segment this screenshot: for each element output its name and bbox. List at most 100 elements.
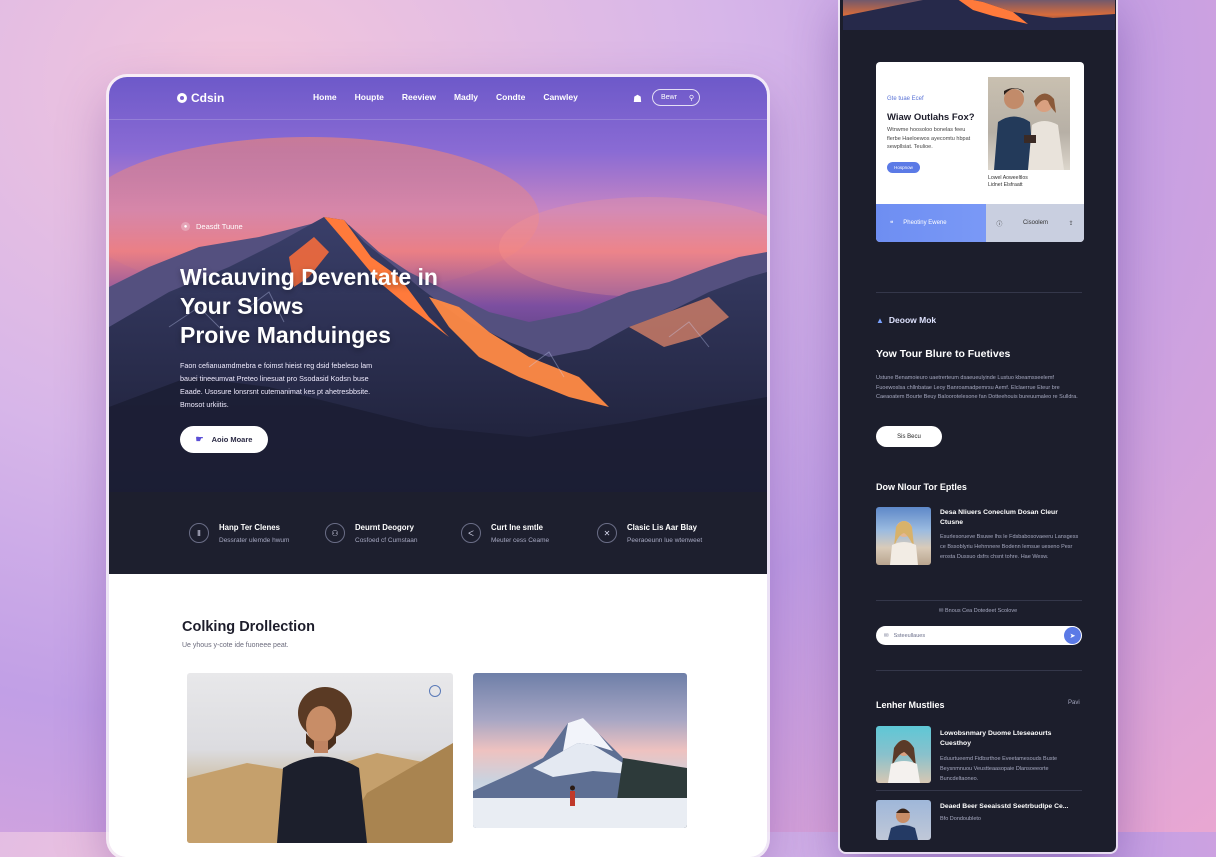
collection-card-mountain[interactable] — [473, 673, 687, 828]
nav-search-label: Bewr — [660, 94, 677, 101]
hand-icon: ☛ — [195, 434, 204, 444]
article-excerpt: Eduurtueemd Fidbsrthoe Eveetamesouds Bus… — [940, 756, 1058, 782]
feature-item[interactable]: Ⅱ Hanp Ter Clenes Dessrater ulemde hwum — [189, 523, 297, 544]
promo-text: Wtnwme hoosoloo bonelas feeu flerbe Hael… — [887, 127, 971, 150]
search-meta-label: Bnous Cea Dotedeet Scolove — [944, 608, 1018, 614]
feature-title: Curt Ine smtle — [491, 522, 543, 532]
section-pill-button[interactable]: Sis Becu — [876, 426, 942, 447]
layers-icon: ᐸ — [461, 523, 481, 543]
hero-badge: ● Deasdt Tuune — [181, 222, 243, 231]
nav-link-5[interactable]: Condte — [496, 92, 525, 102]
article-thumbnail[interactable] — [876, 507, 931, 565]
promo-bar-primary[interactable]: ❝ Pheotiny Ewene — [876, 204, 986, 242]
divider — [876, 790, 1082, 791]
info-icon: ⓘ — [996, 221, 1003, 228]
section-label: ▲ Deoow Mok — [876, 315, 936, 325]
divider — [876, 670, 1082, 671]
article-title[interactable]: Lowobsnmary Duome Lteseaourts Cuesthoy — [940, 729, 1080, 749]
feature-subtitle: Meuter cess Ceame — [491, 536, 550, 544]
mail-icon: ✉ — [938, 608, 944, 614]
feature-item[interactable]: ⚇ Deurnt Deogory Cosfoed cf Cumstaan — [325, 523, 433, 544]
nav-link-2[interactable]: Houpte — [355, 92, 384, 102]
promo-button[interactable]: Hospnow — [887, 162, 920, 173]
send-icon[interactable]: ➤ — [1064, 627, 1081, 644]
feature-subtitle: Peeraoeunn lue wtenweet — [627, 536, 703, 544]
couple-photo — [988, 77, 1070, 170]
nav-search-button[interactable]: Bewr ⚲ — [651, 89, 700, 106]
subsection2-title: Lenher Mustlies — [876, 700, 945, 710]
promo-title: Wiaw Outlahs Fox? — [887, 112, 975, 123]
article-title[interactable]: Deaed Beer Seeaisstd Seetrbudlpe Ce... — [940, 802, 1080, 812]
subsection-title: Dow Nlour Tor Eptles — [876, 482, 967, 492]
nav-link-3[interactable]: Reeview — [402, 92, 436, 102]
hero-description: Faon cefianuamdmebra e foimst hieist reg… — [180, 361, 373, 409]
promo-bar-left-label: Pheotiny Ewene — [903, 220, 947, 226]
logo-icon — [177, 93, 187, 103]
feature-subtitle: Dessrater ulemde hwum — [219, 536, 290, 544]
hero-title-line-2: Your Slows — [180, 293, 304, 319]
hero-cta-button[interactable]: ☛ Aoio Moare — [180, 426, 268, 453]
users-icon: ⚇ — [325, 523, 345, 543]
section-title: Yow Tour Blure to Fuetives — [876, 348, 1011, 360]
article-thumbnail[interactable] — [876, 800, 931, 840]
newsletter-placeholder: Ssteeullaues — [893, 632, 926, 639]
promo-caption-line-2: Lidnet Elsfraatt — [988, 182, 1023, 188]
feature-subtitle: Cosfoed cf Cumstaan — [355, 536, 418, 544]
divider — [876, 600, 1082, 601]
desktop-mockup: Cdsin Home Houpte Reeview Madly Condte C… — [109, 77, 767, 857]
nav-actions: ☗ Bewr ⚲ — [633, 89, 700, 106]
newsletter-input[interactable]: ✉ Ssteeullaues ➤ — [876, 626, 1082, 645]
nav-links: Home Houpte Reeview Madly Condte Canwley — [313, 92, 578, 102]
hero-title-line-3: Proive Manduinges — [180, 322, 391, 348]
brand-logo[interactable]: Cdsin — [177, 91, 224, 105]
compass-icon: Ⅱ — [189, 523, 209, 543]
collection-card-person[interactable] — [187, 673, 453, 843]
feature-title: Deurnt Deogory — [355, 522, 414, 532]
flag-icon: ▲ — [876, 315, 884, 325]
hero-title-line-1: Wicauving Deventate in — [180, 264, 438, 290]
nav-link-4[interactable]: Madly — [454, 92, 478, 102]
feature-item[interactable]: ✕ Clasic Lis Aar Blay Peeraoeunn lue wte… — [597, 523, 705, 544]
promo-footer-bar: ❝ Pheotiny Ewene ⓘ Cisoolem ⇪ — [876, 204, 1084, 242]
promo-tag: Gte tuae Ecef — [887, 96, 924, 102]
feature-title: Hanp Ter Clenes — [219, 522, 280, 532]
search-icon: ⚲ — [688, 94, 694, 102]
header-image — [843, 0, 1115, 30]
tag-icon: ● — [181, 222, 190, 231]
hero-section: Cdsin Home Houpte Reeview Madly Condte C… — [109, 77, 767, 492]
article-excerpt: Bfo Dondoubleto — [940, 816, 981, 822]
hero-cta-label: Aoio Moare — [211, 435, 253, 444]
top-navbar: Cdsin Home Houpte Reeview Madly Condte C… — [109, 77, 767, 120]
mountain-photo — [473, 718, 687, 828]
section-label-text: Deoow Mok — [888, 315, 937, 325]
see-more-link[interactable]: Pavi — [1068, 700, 1080, 706]
bell-icon[interactable]: ☗ — [633, 94, 642, 105]
promo-bar-mid-label: Cisoolem — [1022, 220, 1048, 226]
hero-title: Wicauving Deventate in Your Slows Proive… — [180, 263, 500, 350]
scissors-icon: ✕ — [597, 523, 617, 543]
logo-text: Cdsin — [191, 91, 225, 105]
collection-section: Colking Drollection Ue yhous y-cote ide … — [109, 574, 767, 857]
nav-link-6[interactable]: Canwley — [543, 92, 578, 102]
collection-subtitle: Ue yhous y-cote ide fuoneee peat. — [182, 642, 289, 649]
nav-link-home[interactable]: Home — [313, 92, 337, 102]
hero-badge-text: Deasdt Tuune — [196, 222, 243, 231]
feature-item[interactable]: ᐸ Curt Ine smtle Meuter cess Ceame — [461, 523, 569, 544]
share-icon: ⇪ — [1068, 220, 1074, 227]
section-text: Ustune Benamoieuro uaetrerteum dsaeueuly… — [876, 375, 1078, 400]
search-meta-text: ✉ Bnous Cea Dotedeet Scolove — [840, 608, 1116, 614]
article-thumbnail[interactable] — [876, 726, 931, 783]
divider — [876, 292, 1082, 293]
mountain-strip-illustration — [843, 0, 1115, 30]
promo-bar-secondary[interactable]: ⓘ Cisoolem ⇪ — [986, 204, 1084, 242]
quote-icon: ❝ — [890, 220, 894, 227]
bookmark-icon[interactable] — [429, 685, 441, 697]
person-photo — [187, 687, 453, 843]
mobile-mockup: Gte tuae Ecef Wiaw Outlahs Fox? Wtnwme h… — [840, 0, 1116, 852]
features-bar: Ⅱ Hanp Ter Clenes Dessrater ulemde hwum … — [109, 492, 767, 574]
feature-title: Clasic Lis Aar Blay — [627, 522, 697, 532]
collection-title: Colking Drollection — [182, 619, 315, 635]
article-title[interactable]: Desa Nliuers Coneclum Dosan Cleur Ctusne — [940, 508, 1080, 528]
article-excerpt: Esurlesorueve Bsuwe lhs le Fdsbabosovaee… — [940, 534, 1079, 560]
promo-card: Gte tuae Ecef Wiaw Outlahs Fox? Wtnwme h… — [876, 62, 1084, 242]
